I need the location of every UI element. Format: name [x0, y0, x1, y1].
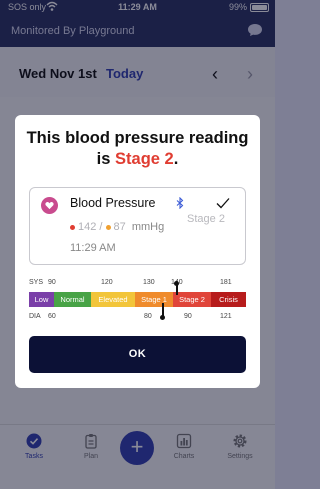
sys-label: SYS [29, 279, 44, 286]
bluetooth-icon [176, 197, 184, 209]
stage-label: Stage 2 [187, 213, 225, 225]
systolic-marker [176, 283, 178, 295]
sys-tick: 181 [220, 279, 232, 286]
title-period: . [173, 150, 179, 168]
systolic-dot [70, 224, 75, 230]
dia-label: DIA [29, 313, 41, 320]
ok-button[interactable]: OK [29, 336, 246, 373]
value-separator: / [99, 221, 103, 233]
segment-normal: Normal [54, 292, 91, 307]
sys-tick: 90 [48, 279, 56, 286]
segment-crisis: Crisis [211, 292, 246, 307]
segment-low: Low [29, 292, 54, 307]
bp-result-dialog: This blood pressure reading is Stage 2. … [15, 115, 260, 388]
dia-tick: 90 [184, 313, 192, 320]
unit-label: mmHg [131, 221, 165, 233]
diastolic-dot [105, 224, 111, 230]
diastolic-value: 87 [113, 221, 126, 233]
segment-stage-2: Stage 2 [173, 292, 211, 307]
dia-tick: 80 [144, 313, 152, 320]
bp-category-scale: Low Normal Elevated Stage 1 Stage 2 Cris… [29, 292, 246, 307]
checkmark-icon[interactable] [216, 197, 230, 209]
sys-tick: 130 [143, 279, 155, 286]
reading-time: 11:29 AM [70, 242, 116, 254]
sys-tick: 120 [101, 279, 113, 286]
reading-label: Blood Pressure [70, 196, 156, 210]
heart-icon [41, 197, 58, 214]
segment-stage-1: Stage 1 [135, 292, 173, 307]
systolic-value: 142 [78, 221, 97, 233]
dia-tick: 60 [48, 313, 56, 320]
diastolic-marker-dot [160, 315, 165, 320]
dialog-title: This blood pressure reading is Stage 2. [23, 128, 252, 170]
dia-tick: 121 [220, 313, 232, 320]
reading-card: Blood Pressure Stage 2 142 / 87 mmHg 11:… [29, 187, 246, 265]
bp-values: 142 / 87 mmHg [70, 221, 164, 233]
stage-highlight: Stage 2 [115, 150, 174, 168]
segment-elevated: Elevated [91, 292, 135, 307]
